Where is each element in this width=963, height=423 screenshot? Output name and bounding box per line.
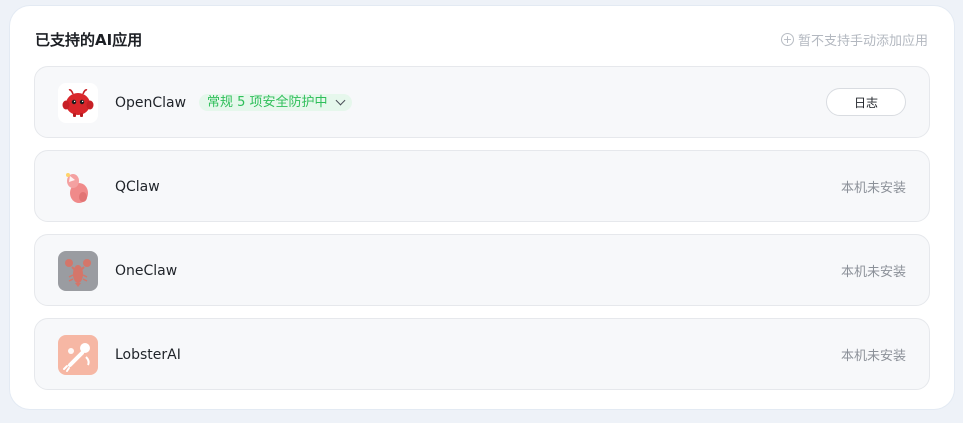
app-name: QClaw — [115, 179, 160, 195]
app-card-oneclaw: OneClaw 本机未安装 — [34, 234, 930, 306]
install-status: 本机未安装 — [840, 264, 906, 280]
install-status: 本机未安装 — [840, 348, 906, 364]
log-button[interactable]: 日志 — [826, 88, 906, 116]
add-app-hint: + 暂不支持手动添加应用 — [780, 30, 928, 49]
app-name: OpenClaw — [115, 95, 187, 111]
add-app-hint-label: 暂不支持手动添加应用 — [797, 33, 928, 49]
panel-header: 已支持的AI应用 + 暂不支持手动添加应用 — [35, 28, 928, 50]
panel-title: 已支持的AI应用 — [35, 30, 143, 49]
openclaw-mascot-icon — [58, 83, 98, 123]
security-status-label: 常规 5 项安全防护中 — [207, 95, 328, 110]
qclaw-claw-icon — [58, 167, 98, 207]
app-list: OpenClaw 常规 5 项安全防护中 日志 QClaw 本机未安装 OneC… — [34, 66, 930, 402]
oneclaw-lobster-icon — [58, 251, 98, 291]
install-status: 本机未安装 — [840, 180, 906, 196]
app-name: LobsterAI — [115, 347, 181, 363]
app-card-lobsterai: LobsterAI 本机未安装 — [34, 318, 930, 390]
lobsterai-lobster-icon — [58, 335, 98, 375]
app-card-qclaw: QClaw 本机未安装 — [34, 150, 930, 222]
app-name: OneClaw — [115, 263, 178, 279]
supported-ai-apps-panel: 已支持的AI应用 + 暂不支持手动添加应用 OpenClaw 常规 5 项安全防… — [10, 6, 954, 409]
app-card-openclaw: OpenClaw 常规 5 项安全防护中 日志 — [34, 66, 930, 138]
chevron-down-icon — [335, 95, 345, 106]
security-status-dropdown[interactable]: 常规 5 项安全防护中 — [199, 94, 352, 111]
plus-circle-icon: + — [780, 32, 794, 46]
